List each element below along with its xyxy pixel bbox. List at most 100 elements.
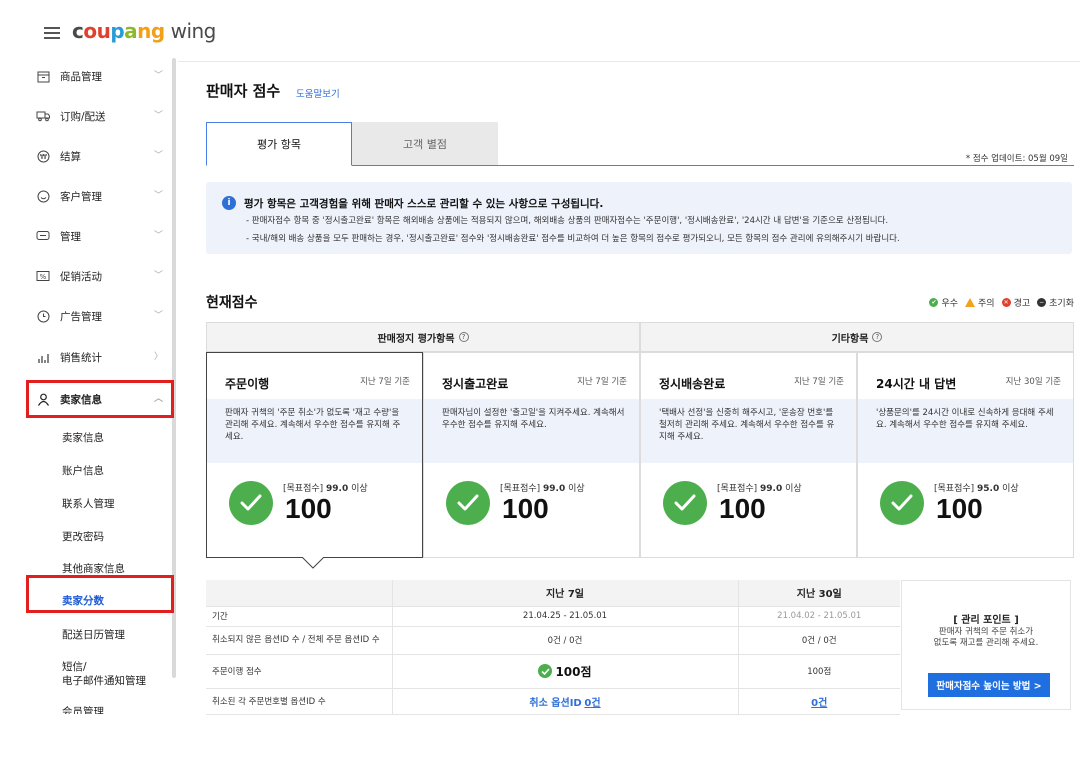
chevron-down-icon: ﹀	[154, 231, 164, 241]
sidebar-item-label: 客户管理	[60, 190, 102, 203]
sidebar-item-management[interactable]: 管理 ﹀	[36, 226, 166, 246]
highlight-box	[26, 575, 174, 613]
menu-icon[interactable]	[44, 27, 60, 39]
table-header-last7: 지난 7일	[391, 580, 738, 607]
sidebar-sub-sms[interactable]: 短信/	[62, 659, 87, 674]
row-label: 주문이행 점수	[206, 654, 392, 689]
improve-score-button[interactable]: 판매자점수 높이는 방법 >	[928, 673, 1050, 697]
clock-icon	[36, 309, 50, 323]
close-icon: ✕	[1001, 298, 1011, 307]
score-card-order-fulfillment[interactable]: 주문이행 지난 7일 기준 판매자 귀책의 '주문 취소'가 없도록 '재고 수…	[206, 352, 423, 558]
sidebar-item-sales-stats[interactable]: 销售统计 〉	[36, 347, 166, 367]
chevron-down-icon: ﹀	[154, 191, 164, 201]
table-header-row: 지난 7일 지난 30일	[206, 580, 900, 607]
highlight-box	[26, 380, 174, 418]
notice-line: - 판매자점수 항목 중 '정시출고완료' 항목은 해외배송 상품에는 적용되지…	[246, 216, 889, 226]
card-description: '택배사 선정'을 신중히 해주시고, '운송장 번호'를 철저히 관리해 주세…	[641, 399, 856, 463]
sidebar-sub-email-notify[interactable]: 电子邮件通知管理	[62, 673, 146, 688]
sidebar-sub-delivery-calendar[interactable]: 配送日历管理	[62, 627, 125, 642]
management-title: [ 관리 포인트 ]	[953, 615, 1019, 626]
check-circle-icon	[663, 481, 707, 525]
table-row: 취소된 각 주문번호별 옵션ID 수 취소 옵션ID 0건 0건	[206, 688, 900, 715]
warning-triangle-icon	[965, 298, 976, 307]
group-header-suspension: 판매정지 평가항목?	[206, 322, 640, 352]
sidebar-item-label: 销售统计	[60, 351, 102, 364]
row-label: 취소된 각 주문번호별 옵션ID 수	[206, 688, 392, 715]
help-link[interactable]: 도움말보기	[296, 86, 340, 100]
chevron-down-icon: ﹀	[154, 311, 164, 321]
chat-icon	[36, 229, 50, 243]
page-title: 판매자 점수	[206, 82, 281, 100]
sidebar-sub-change-password[interactable]: 更改密码	[62, 529, 104, 544]
table-header-empty	[206, 580, 392, 607]
coupang-wing-logo[interactable]: coupang wing	[72, 19, 216, 43]
row-value-last30: 100점	[737, 654, 900, 689]
card-description: '상품문의'를 24시간 이내로 신속하게 응대해 주세요. 계속해서 우수한 …	[858, 399, 1073, 463]
card-pointer-arrow	[302, 557, 324, 569]
sidebar-item-label: 广告管理	[60, 310, 102, 323]
sidebar-sub-members[interactable]: 会员管理	[62, 704, 104, 714]
card-score: 100	[502, 493, 549, 524]
card-title: 주문이행	[225, 377, 270, 391]
sidebar-item-customers[interactable]: 客户管理 ﹀	[36, 186, 166, 206]
row-value-last30: 0건	[737, 688, 900, 715]
management-point-panel: [ 관리 포인트 ] 판매자 귀책의 주문 취소가 없도록 재고를 관리해 주세요…	[901, 580, 1071, 710]
sidebar-item-products[interactable]: 商品管理 ﹀	[36, 66, 166, 86]
score-card-24h-response[interactable]: 24시간 내 답변 지난 30일 기준 '상품문의'를 24시간 이내로 신속하…	[857, 352, 1074, 558]
card-description: 판매자님이 설정한 '출고일'을 지켜주세요. 계속해서 우수한 점수를 유지해…	[424, 399, 639, 463]
sidebar-item-orders[interactable]: 订购/配送 ﹀	[36, 106, 166, 126]
sidebar-item-settlement[interactable]: ₩ 结算 ﹀	[36, 146, 166, 166]
row-value-last30: 21.04.02 - 21.05.01	[737, 606, 900, 627]
notice-title: 평가 항목은 고객경험을 위해 판매자 스스로 관리할 수 있는 사항으로 구성…	[244, 198, 604, 210]
check-circle-icon	[538, 664, 553, 678]
card-title: 정시배송완료	[659, 377, 726, 391]
current-score-title: 현재점수	[206, 295, 258, 311]
svg-text:₩: ₩	[40, 153, 47, 161]
detail-table: 지난 7일 지난 30일 기간 21.04.25 - 21.05.01 21.0…	[206, 580, 900, 715]
card-score: 100	[936, 493, 983, 524]
sidebar-sub-other-info[interactable]: 其他商家信息	[62, 561, 125, 576]
score-badge: 100점	[538, 663, 592, 680]
legend-warning: ✕ 경고	[1001, 298, 1031, 309]
sidebar-sub-contacts[interactable]: 联系人管理	[62, 496, 115, 511]
management-description: 판매자 귀책의 주문 취소가 없도록 재고를 관리해 주세요.	[933, 627, 1039, 648]
group-header-other: 기타항목?	[640, 322, 1074, 352]
check-circle-icon	[229, 481, 273, 525]
chevron-down-icon: ﹀	[154, 71, 164, 81]
row-value-last7: 취소 옵션ID 0건	[391, 688, 738, 715]
sidebar-sub-account-info[interactable]: 账户信息	[62, 463, 104, 478]
tab-evaluation-items[interactable]: 평가 항목	[206, 122, 352, 166]
question-icon[interactable]: ?	[458, 332, 469, 342]
sidebar-item-ads[interactable]: 广告管理 ﹀	[36, 306, 166, 326]
svg-text:%: %	[40, 273, 47, 281]
card-title: 정시출고완료	[442, 377, 509, 391]
update-note: * 점수 업데이트: 05월 09일	[965, 154, 1068, 164]
card-basis: 지난 7일 기준	[794, 377, 844, 387]
card-basis: 지난 7일 기준	[360, 377, 410, 387]
sidebar-item-promotions[interactable]: % 促销活动 ﹀	[36, 266, 166, 286]
tab-customer-rating[interactable]: 고객 별점	[352, 122, 498, 165]
minus-icon: −	[1037, 298, 1047, 307]
cancel-count-link-30[interactable]: 0건	[811, 698, 827, 709]
row-value-last7: 21.04.25 - 21.05.01	[391, 606, 738, 627]
sidebar-item-label: 促销活动	[60, 270, 102, 283]
chevron-down-icon: ﹀	[154, 151, 164, 161]
table-header-last30: 지난 30일	[737, 580, 900, 607]
info-icon: i	[222, 196, 236, 210]
row-label: 취소되지 않은 옵션ID 수 / 전체 주문 옵션ID 수	[206, 626, 392, 655]
table-row: 주문이행 점수 100점 100점	[206, 654, 900, 689]
score-card-ontime-delivery[interactable]: 정시배송완료 지난 7일 기준 '택배사 선정'을 신중히 해주시고, '운송장…	[640, 352, 857, 558]
check-icon: ✔	[929, 298, 939, 307]
bar-chart-icon	[36, 350, 50, 364]
row-label: 기간	[206, 606, 392, 627]
card-title: 24시간 내 답변	[876, 377, 957, 391]
card-basis: 지난 30일 기준	[1005, 377, 1061, 387]
row-value-last30: 0건 / 0건	[737, 626, 900, 655]
cancel-count-link[interactable]: 0건	[584, 698, 600, 709]
question-icon[interactable]: ?	[872, 332, 883, 342]
truck-icon	[36, 109, 50, 123]
table-row: 기간 21.04.25 - 21.05.01 21.04.02 - 21.05.…	[206, 606, 900, 627]
sidebar-item-label: 订购/配送	[60, 110, 106, 123]
score-card-ontime-shipping[interactable]: 정시출고완료 지난 7일 기준 판매자님이 설정한 '출고일'을 지켜주세요. …	[423, 352, 640, 558]
sidebar-sub-seller-info[interactable]: 卖家信息	[62, 430, 104, 445]
